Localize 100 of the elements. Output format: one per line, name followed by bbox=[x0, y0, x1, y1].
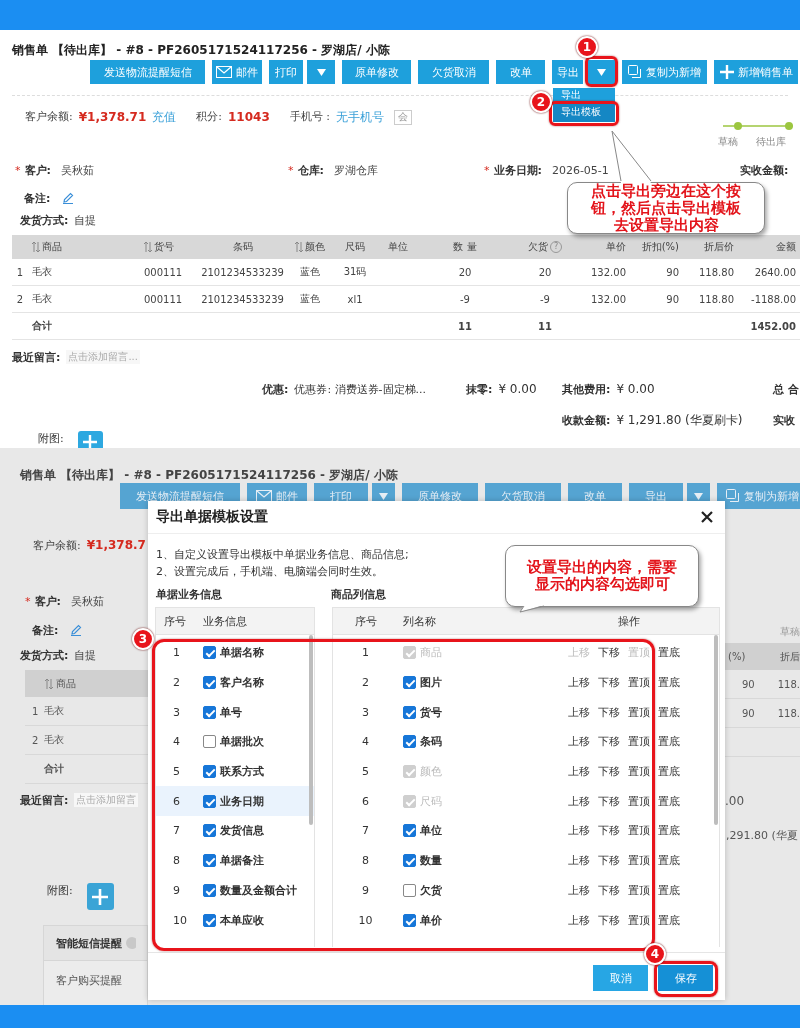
action-link[interactable]: 置底 bbox=[658, 823, 680, 839]
row-number: 1 bbox=[31, 705, 39, 717]
action-link[interactable]: 上移 bbox=[568, 734, 590, 750]
column-header: 条码 bbox=[232, 240, 253, 254]
field-value: 2026-05-1 bbox=[551, 164, 609, 177]
checkbox[interactable] bbox=[203, 765, 216, 779]
field-label: 客户: bbox=[24, 163, 51, 178]
table-cell: -9 bbox=[540, 293, 550, 305]
column-header: 尺码 bbox=[345, 240, 365, 254]
list-row[interactable]: 3 单号 bbox=[156, 697, 314, 728]
dropdown-button[interactable] bbox=[587, 60, 615, 84]
action-link[interactable]: 置顶 bbox=[628, 734, 650, 750]
checkbox[interactable] bbox=[203, 646, 216, 660]
list-row[interactable]: 5 联系方式 bbox=[156, 756, 314, 787]
column-header: 欠货 bbox=[528, 240, 548, 254]
list-row[interactable]: 1 单据名称 bbox=[156, 638, 314, 668]
list-row[interactable]: 10 本单应收 bbox=[156, 905, 314, 935]
callout-text: 点击导出旁边在这个按 钮，然后点击导出模板 去设置导出内容 bbox=[591, 182, 741, 234]
checkbox[interactable] bbox=[203, 883, 216, 897]
sort-icon[interactable] bbox=[32, 242, 40, 252]
action-link[interactable]: 置顶 bbox=[628, 704, 650, 720]
add-image-button[interactable] bbox=[86, 883, 114, 910]
action-link[interactable]: 上移 bbox=[568, 882, 590, 898]
checkbox[interactable] bbox=[403, 913, 416, 927]
action-link[interactable]: 上移 bbox=[568, 853, 590, 869]
action-link[interactable]: 下移 bbox=[598, 675, 620, 691]
action-link[interactable]: 置底 bbox=[658, 675, 680, 691]
action-link[interactable]: 下移 bbox=[598, 823, 620, 839]
action-link[interactable]: 下移 bbox=[598, 853, 620, 869]
list-row[interactable]: 2 客户名称 bbox=[156, 667, 314, 698]
list-row[interactable]: 8 单据备注 bbox=[156, 845, 314, 876]
pencil-icon[interactable] bbox=[62, 192, 75, 204]
checkbox-label: 颜色 bbox=[420, 764, 442, 780]
sort-icon[interactable] bbox=[295, 242, 303, 252]
column-header: 单位 bbox=[387, 240, 408, 254]
action-link[interactable]: 置顶 bbox=[628, 675, 650, 691]
row-number: 2 bbox=[172, 676, 181, 690]
checkbox[interactable] bbox=[203, 794, 216, 808]
table-cell: 20 bbox=[458, 266, 472, 278]
row-number: 1 bbox=[15, 266, 25, 278]
checkbox[interactable] bbox=[403, 854, 416, 868]
remark-label: 备注: bbox=[32, 622, 59, 638]
close-icon[interactable] bbox=[701, 511, 713, 523]
checkbox[interactable] bbox=[203, 705, 216, 719]
highlight-frame bbox=[549, 101, 619, 126]
checkbox[interactable] bbox=[403, 676, 416, 690]
section-heading: 单据业务信息 bbox=[156, 587, 223, 601]
checkbox[interactable] bbox=[403, 705, 416, 719]
checkbox[interactable] bbox=[203, 676, 216, 690]
action-link[interactable]: 置底 bbox=[658, 882, 680, 898]
list-row[interactable]: 7 发货信息 bbox=[156, 816, 314, 846]
field-value: 罗湖仓库 bbox=[333, 163, 378, 178]
action-link[interactable]: 置顶 bbox=[628, 912, 650, 928]
scrollbar[interactable] bbox=[714, 635, 718, 825]
action-link[interactable]: 置顶 bbox=[628, 882, 650, 898]
action-link[interactable]: 置底 bbox=[658, 912, 680, 928]
row-number: 5 bbox=[172, 765, 181, 779]
sort-icon[interactable] bbox=[45, 678, 53, 689]
caret-icon bbox=[596, 68, 606, 76]
checkbox[interactable] bbox=[203, 735, 216, 749]
points-label: 积分: bbox=[196, 109, 222, 125]
dropdown-button[interactable] bbox=[307, 60, 335, 84]
list-row[interactable]: 9 数量及金额合计 bbox=[156, 875, 314, 906]
checkbox-label: 单据备注 bbox=[220, 853, 264, 869]
action-link[interactable]: 置顶 bbox=[628, 853, 650, 869]
action-link[interactable]: 置顶 bbox=[628, 823, 650, 839]
scrollbar[interactable] bbox=[309, 635, 313, 825]
action-link[interactable]: 上移 bbox=[568, 704, 590, 720]
column-header: 颜色 bbox=[305, 240, 325, 254]
list-row[interactable]: 4 单据批次 bbox=[156, 727, 314, 757]
checkbox[interactable] bbox=[403, 824, 416, 838]
action-link[interactable]: 下移 bbox=[598, 912, 620, 928]
column-header: 折后 bbox=[780, 649, 800, 664]
add-image-button[interactable] bbox=[77, 431, 103, 448]
pencil-icon[interactable] bbox=[70, 624, 83, 636]
checkbox[interactable] bbox=[203, 913, 216, 927]
checkbox[interactable] bbox=[203, 854, 216, 868]
action-link[interactable]: 上移 bbox=[568, 675, 590, 691]
attachment-label: 附图: bbox=[47, 883, 73, 898]
row-number: 6 bbox=[361, 794, 370, 808]
list-row[interactable]: 6 业务日期 bbox=[156, 786, 314, 817]
field-value: 吴秋茹 bbox=[60, 163, 94, 178]
action-link[interactable]: 下移 bbox=[598, 882, 620, 898]
action-link[interactable]: 上移 bbox=[568, 823, 590, 839]
member-badge: 会 bbox=[393, 110, 412, 125]
action-link[interactable]: 置底 bbox=[658, 704, 680, 720]
plus-icon bbox=[83, 435, 98, 448]
checkbox[interactable] bbox=[403, 735, 416, 749]
checkbox[interactable] bbox=[403, 883, 416, 897]
action-link[interactable]: 下移 bbox=[598, 734, 620, 750]
action-link[interactable]: 置底 bbox=[658, 853, 680, 869]
sort-icon[interactable] bbox=[144, 242, 152, 252]
action-link[interactable]: 置底 bbox=[658, 734, 680, 750]
action-link[interactable]: 上移 bbox=[568, 912, 590, 928]
checkbox[interactable] bbox=[203, 824, 216, 838]
summary-value: 优惠券: 消费送券-固定梯... bbox=[294, 381, 427, 397]
action-link[interactable]: 下移 bbox=[598, 704, 620, 720]
summary-value: .00 bbox=[725, 794, 745, 808]
checkbox-label: 图片 bbox=[420, 675, 442, 691]
save-button[interactable]: 保存 bbox=[658, 965, 713, 991]
